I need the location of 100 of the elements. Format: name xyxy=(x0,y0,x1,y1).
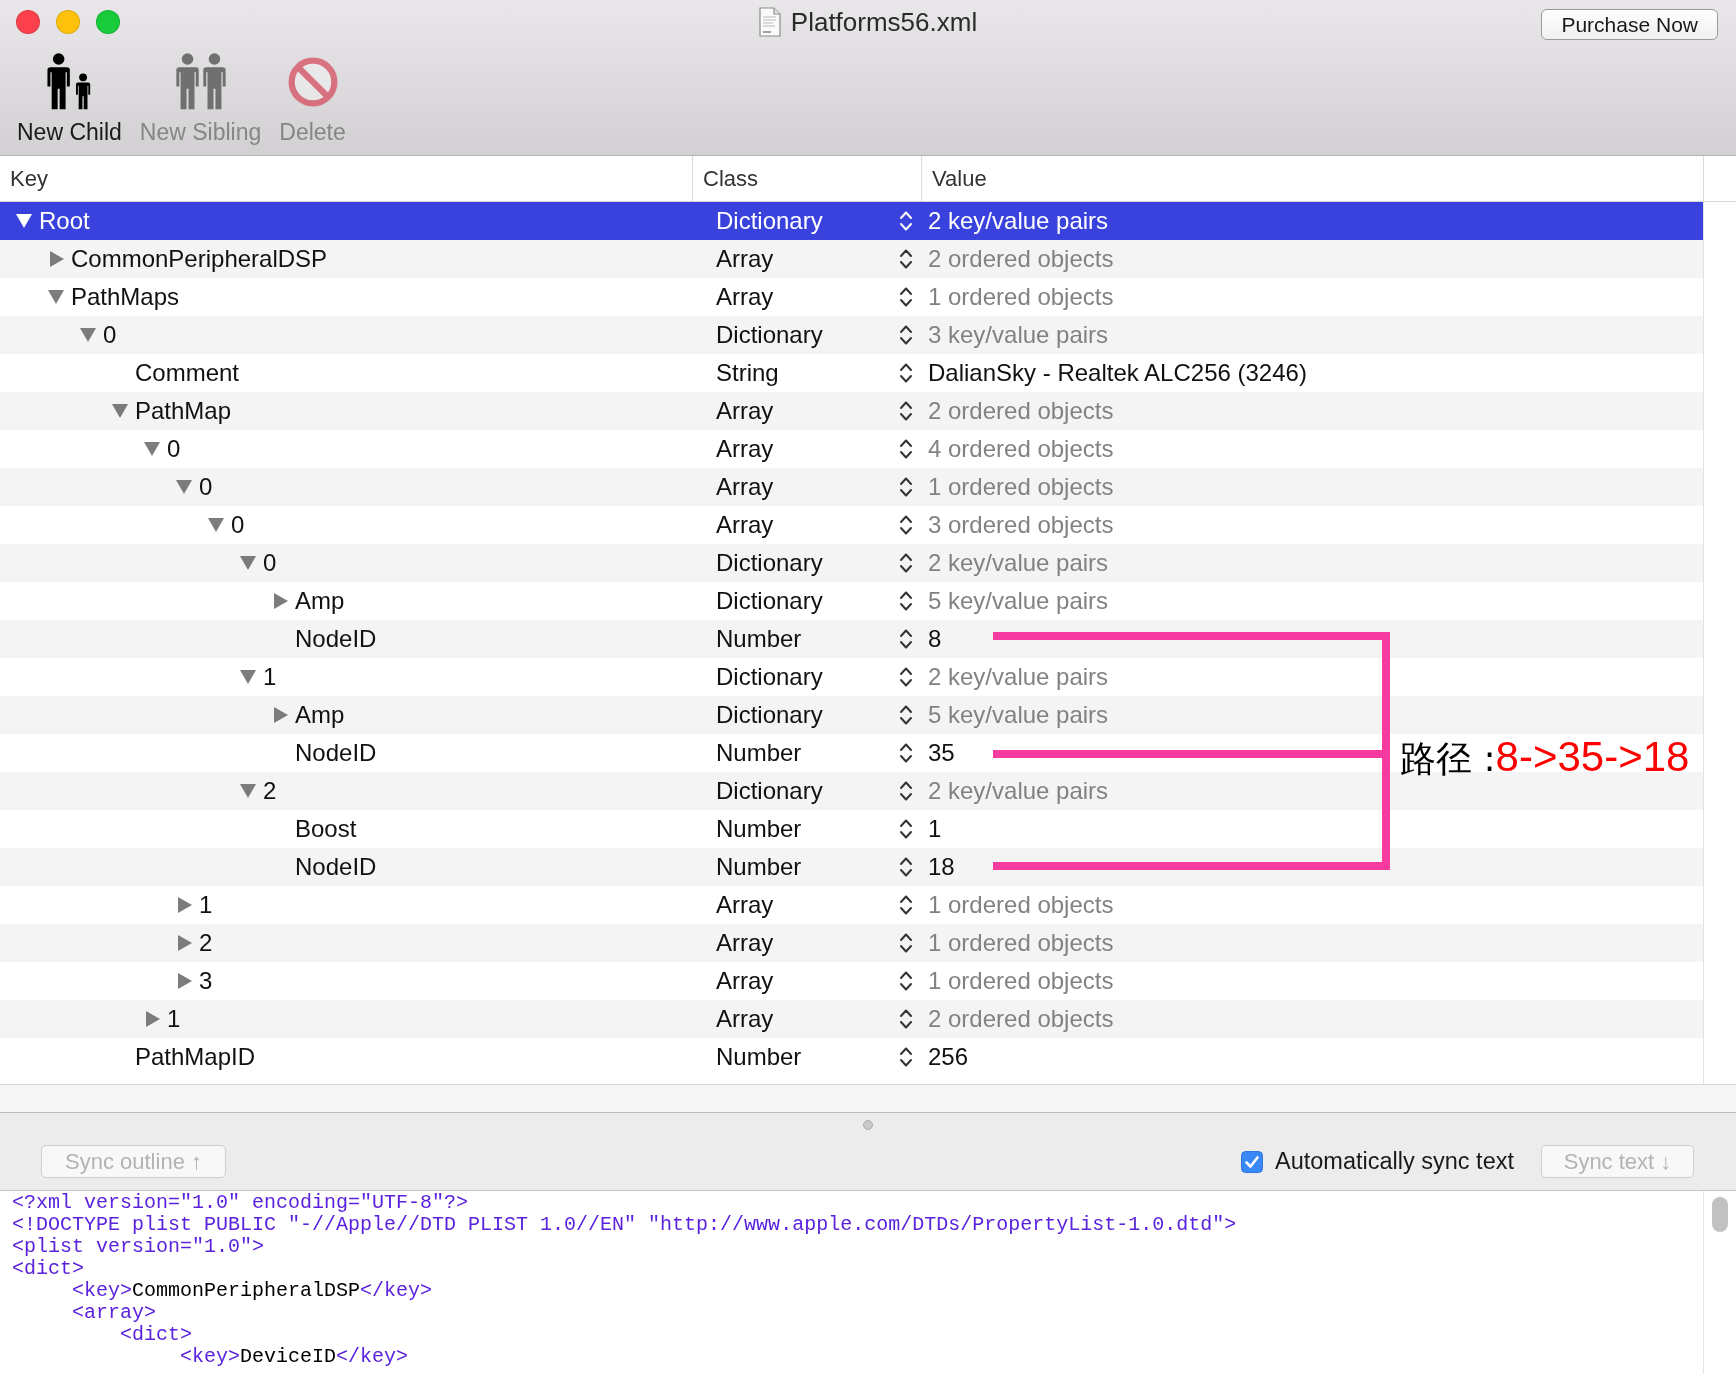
key-label: 0 xyxy=(263,549,277,577)
code-line: <dict> xyxy=(119,1324,193,1346)
class-label: Array xyxy=(716,435,774,462)
class-label: Array xyxy=(716,1005,774,1032)
disclosure-triangle-icon[interactable] xyxy=(112,404,128,418)
checkbox-label: Automatically sync text xyxy=(1275,1148,1514,1175)
stepper-icon[interactable] xyxy=(899,399,913,423)
disclosure-triangle-icon[interactable] xyxy=(178,973,192,989)
key-label: 1 xyxy=(199,891,213,919)
disclosure-triangle-icon[interactable] xyxy=(48,290,64,304)
scrollbar-thumb[interactable] xyxy=(1712,1197,1728,1232)
value-label: 4 ordered objects xyxy=(928,435,1114,462)
new-child-button[interactable]: New Child xyxy=(17,53,122,145)
stepper-icon[interactable] xyxy=(899,703,913,727)
stepper-icon[interactable] xyxy=(899,779,913,803)
value-label: 35 xyxy=(928,739,955,766)
disclosure-triangle-icon[interactable] xyxy=(144,442,160,456)
disclosure-triangle-icon[interactable] xyxy=(178,897,192,913)
stepper-icon[interactable] xyxy=(899,437,913,461)
class-label: Array xyxy=(716,967,774,994)
checkbox[interactable] xyxy=(1241,1150,1263,1173)
code-line: <!DOCTYPE plist PUBLIC "-//Apple//DTD PLIST 1.0//EN" "http://www.apple.com/DTDs/PropertyList-1.0.dtd"> xyxy=(12,1214,1237,1236)
class-label: Array xyxy=(716,283,774,310)
class-label: Array xyxy=(716,473,774,500)
stepper-icon[interactable] xyxy=(899,209,913,233)
code-line: <dict> xyxy=(12,1258,84,1280)
stepper-icon[interactable] xyxy=(899,513,913,537)
class-label: Dictionary xyxy=(716,587,823,614)
stepper-icon[interactable] xyxy=(899,1045,913,1069)
key-label: 1 xyxy=(167,1005,181,1033)
close-button[interactable] xyxy=(16,10,40,34)
stepper-icon[interactable] xyxy=(899,627,913,651)
disclosure-triangle-icon[interactable] xyxy=(240,784,256,798)
class-label: Array xyxy=(716,245,774,272)
class-label: Array xyxy=(716,929,774,956)
value-label: 256 xyxy=(928,1043,969,1070)
key-label: Comment xyxy=(135,359,240,387)
stepper-icon[interactable] xyxy=(899,931,913,955)
split-handle[interactable] xyxy=(863,1120,873,1130)
disclosure-triangle-icon[interactable] xyxy=(146,1011,160,1027)
stepper-icon[interactable] xyxy=(899,323,913,347)
xml-text-editor[interactable] xyxy=(0,1190,1736,1374)
class-label: String xyxy=(716,359,779,386)
stepper-icon[interactable] xyxy=(899,969,913,993)
disclosure-triangle-icon[interactable] xyxy=(274,707,288,723)
disclosure-triangle-icon[interactable] xyxy=(80,328,96,342)
code-line: <key>CommonPeripheralDSP</key> xyxy=(71,1280,433,1302)
disclosure-triangle-icon[interactable] xyxy=(240,556,256,570)
stepper-icon[interactable] xyxy=(899,893,913,917)
column-header[interactable]: Class xyxy=(703,165,758,192)
stepper-icon[interactable] xyxy=(899,855,913,879)
column-header[interactable]: Value xyxy=(932,165,987,192)
disclosure-triangle-icon[interactable] xyxy=(178,935,192,951)
value-label: 8 xyxy=(928,625,942,652)
value-label: 1 ordered objects xyxy=(928,929,1114,956)
window-title: Platforms56.xml xyxy=(790,7,978,37)
key-label: NodeID xyxy=(295,625,377,653)
key-label: Boost xyxy=(295,815,357,843)
key-label: 2 xyxy=(263,777,277,805)
stepper-icon[interactable] xyxy=(899,665,913,689)
disclosure-triangle-icon[interactable] xyxy=(16,214,32,228)
document-icon xyxy=(758,7,781,37)
disclosure-triangle-icon[interactable] xyxy=(176,480,192,494)
value-label: 1 ordered objects xyxy=(928,891,1114,918)
disclosure-triangle-icon[interactable] xyxy=(50,251,64,267)
stepper-icon[interactable] xyxy=(899,589,913,613)
class-label: Number xyxy=(716,1043,802,1070)
stepper-icon[interactable] xyxy=(899,1007,913,1031)
disclosure-triangle-icon[interactable] xyxy=(240,670,256,684)
value-label: 1 ordered objects xyxy=(928,283,1114,310)
purchase-button[interactable]: Purchase Now xyxy=(1541,9,1718,40)
class-label: Dictionary xyxy=(716,701,823,728)
class-label: Number xyxy=(716,739,802,766)
stepper-icon[interactable] xyxy=(899,817,913,841)
class-label: Dictionary xyxy=(716,777,823,804)
column-header[interactable]: Key xyxy=(10,165,48,192)
value-label: 2 ordered objects xyxy=(928,397,1114,424)
stepper-icon[interactable] xyxy=(899,741,913,765)
stepper-icon[interactable] xyxy=(899,361,913,385)
stepper-icon[interactable] xyxy=(899,285,913,309)
disclosure-triangle-icon[interactable] xyxy=(208,518,224,532)
annotation-path: 8->35->18 xyxy=(1495,732,1690,782)
key-label: PathMap xyxy=(135,397,232,425)
class-label: Number xyxy=(716,853,802,880)
value-label: 2 key/value pairs xyxy=(928,207,1109,234)
stepper-icon[interactable] xyxy=(899,247,913,271)
stepper-icon[interactable] xyxy=(899,551,913,575)
value-label: 1 xyxy=(928,815,942,842)
key-label: Amp xyxy=(295,701,345,729)
disclosure-triangle-icon[interactable] xyxy=(274,593,288,609)
code-line: <key>DeviceID</key> xyxy=(179,1346,409,1368)
key-label: 0 xyxy=(199,473,213,501)
value-label: 1 ordered objects xyxy=(928,473,1114,500)
class-label: Number xyxy=(716,815,802,842)
key-label: NodeID xyxy=(295,853,377,881)
key-label: CommonPeripheralDSP xyxy=(71,245,328,273)
key-label: 0 xyxy=(231,511,245,539)
key-label: PathMapID xyxy=(135,1043,256,1071)
code-line: <array> xyxy=(71,1302,157,1324)
stepper-icon[interactable] xyxy=(899,475,913,499)
